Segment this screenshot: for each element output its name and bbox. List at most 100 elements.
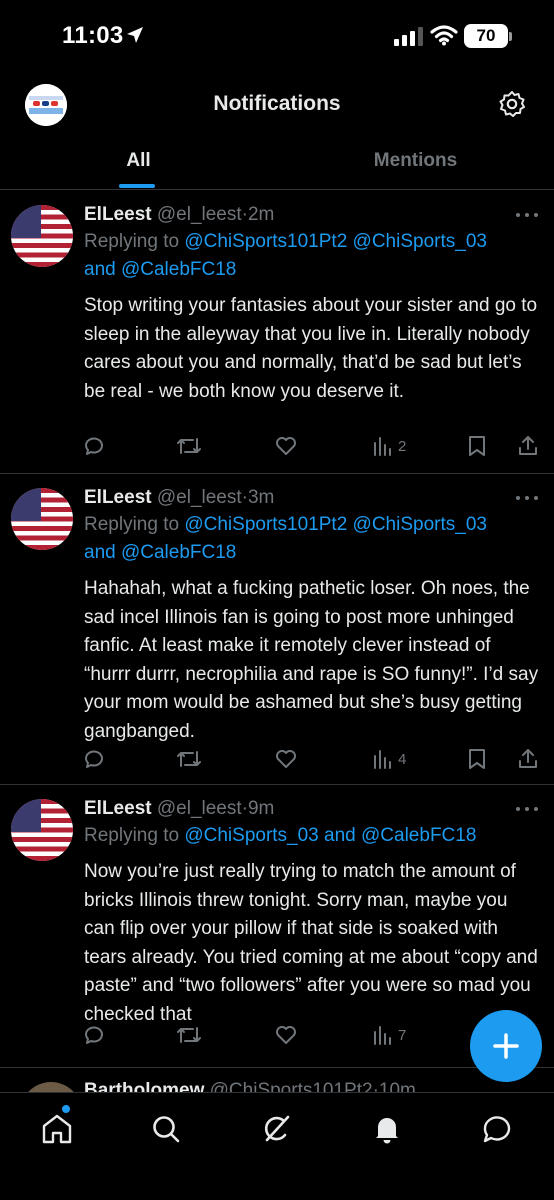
bookmark-icon [469, 436, 485, 456]
tweet-header: ElLeest @el_leest·2m [84, 202, 540, 228]
views-icon [374, 750, 391, 769]
like-icon [276, 437, 296, 455]
reply-icon [85, 750, 103, 768]
bell-icon [376, 1118, 398, 1144]
avatar[interactable] [11, 488, 73, 550]
reply-icon [85, 1026, 103, 1044]
author-handle[interactable]: @el_leest [157, 487, 242, 508]
mention-list[interactable]: @ChiSports101Pt2 @ChiSports_03 [184, 231, 487, 252]
page-title: Notifications [213, 92, 341, 115]
nav-grok[interactable] [257, 1109, 297, 1149]
like-button[interactable] [274, 1021, 298, 1049]
unread-dot [62, 1105, 70, 1113]
bookmark-button[interactable] [466, 745, 488, 773]
notifications-feed: ElLeest @el_leest·2m Replying to @ChiSpo… [0, 191, 554, 1068]
tweet[interactable]: ElLeest @el_leest·2m Replying to @ChiSpo… [0, 191, 554, 474]
tab-bar: All Mentions [0, 132, 554, 190]
share-button[interactable] [516, 745, 540, 773]
author-handle[interactable]: @el_leest [157, 204, 242, 225]
retweet-button[interactable] [176, 432, 202, 460]
tweet-text: Stop writing your fantasies about your s… [84, 295, 538, 402]
author-handle[interactable]: @el_leest [157, 798, 242, 819]
tweet-text: Now you’re just really trying to match t… [84, 861, 538, 1025]
avatar[interactable] [20, 1082, 82, 1092]
views-count: 7 [398, 1026, 407, 1044]
location-arrow-icon [127, 27, 143, 43]
bookmark-icon [469, 749, 485, 769]
compose-button[interactable] [470, 1010, 542, 1082]
retweet-icon [177, 1027, 201, 1043]
tweet-header: Bartholomew @ChiSports101Pt2·10m [84, 1080, 416, 1092]
messages-icon [483, 1116, 511, 1143]
like-button[interactable] [274, 432, 298, 460]
replying-to: Replying to @ChiSports_03 and @CalebFC18 [84, 822, 540, 850]
status-time: 11:03 [62, 22, 124, 49]
retweet-icon [177, 438, 201, 454]
like-button[interactable] [274, 745, 298, 773]
tweet-actions: 2 [82, 432, 540, 460]
views-icon [374, 437, 391, 456]
share-icon [519, 749, 537, 768]
mention-list[interactable]: and @CalebFC18 [84, 542, 236, 563]
reply-button[interactable] [82, 745, 106, 773]
retweet-icon [177, 751, 201, 767]
tab-all[interactable]: All [0, 132, 277, 190]
us-flag-image [11, 488, 73, 550]
author-name[interactable]: ElLeest [84, 487, 152, 508]
wifi-icon [430, 25, 458, 46]
retweet-button[interactable] [176, 745, 202, 773]
tweet-time: 2m [247, 204, 275, 225]
share-button[interactable] [516, 432, 540, 460]
author-handle[interactable]: @ChiSports101Pt2 [210, 1080, 373, 1092]
tweet-content: ElLeest @el_leest·2m Replying to @ChiSpo… [84, 202, 540, 406]
like-icon [276, 1026, 296, 1044]
tweet-time: 10m [378, 1080, 416, 1092]
nav-messages[interactable] [478, 1109, 518, 1149]
home-icon [42, 1114, 72, 1144]
like-icon [276, 750, 296, 768]
bookmark-button[interactable] [466, 432, 488, 460]
tweet-text: Hahahah, what a fucking pathetic loser. … [84, 578, 539, 742]
tweet-header: ElLeest @el_leest·3m [84, 485, 540, 511]
views-button[interactable]: 2 [372, 432, 406, 460]
replying-prefix: Replying to [84, 514, 180, 535]
mention-list[interactable]: @ChiSports101Pt2 @ChiSports_03 [184, 514, 487, 535]
tweet-time: 3m [247, 487, 275, 508]
avatar[interactable] [11, 799, 73, 861]
us-flag-image [11, 205, 73, 267]
compose-icon [493, 1033, 519, 1059]
author-name[interactable]: ElLeest [84, 798, 152, 819]
signal-icon [394, 27, 423, 46]
replying-prefix: Replying to [84, 825, 180, 846]
tweet-actions: 4 [82, 745, 540, 773]
status-bar: 11:03 70 [0, 0, 554, 76]
battery-indicator: 70 [464, 24, 508, 48]
bottom-nav [0, 1092, 554, 1200]
reply-button[interactable] [82, 1021, 106, 1049]
views-icon [374, 1026, 391, 1045]
tweet[interactable]: ElLeest @el_leest·3m Replying to @ChiSpo… [0, 474, 554, 785]
tab-mentions[interactable]: Mentions [277, 132, 554, 190]
active-tab-indicator [119, 184, 155, 188]
replying-prefix: Replying to [84, 231, 180, 252]
grok-icon [264, 1115, 290, 1142]
retweet-button[interactable] [176, 1021, 202, 1049]
reply-button[interactable] [82, 432, 106, 460]
mention-list[interactable]: @ChiSports_03 and @CalebFC18 [184, 825, 476, 846]
gear-icon[interactable] [498, 90, 526, 118]
nav-home[interactable] [37, 1109, 77, 1149]
author-name[interactable]: Bartholomew [84, 1080, 204, 1092]
author-name[interactable]: ElLeest [84, 204, 152, 225]
search-icon [153, 1116, 180, 1143]
avatar[interactable] [11, 205, 73, 267]
tweet-content: ElLeest @el_leest·9m Replying to @ChiSpo… [84, 796, 540, 1029]
views-button[interactable]: 4 [372, 745, 406, 773]
mention-list[interactable]: and @CalebFC18 [84, 259, 236, 280]
views-button[interactable]: 7 [372, 1021, 406, 1049]
nav-search[interactable] [146, 1109, 186, 1149]
tweet-content: ElLeest @el_leest·3m Replying to @ChiSpo… [84, 485, 540, 746]
share-icon [519, 436, 537, 455]
header: Notifications [0, 76, 554, 132]
nav-notifications[interactable] [367, 1109, 407, 1149]
replying-to: Replying to @ChiSports101Pt2 @ChiSports_… [84, 228, 540, 284]
